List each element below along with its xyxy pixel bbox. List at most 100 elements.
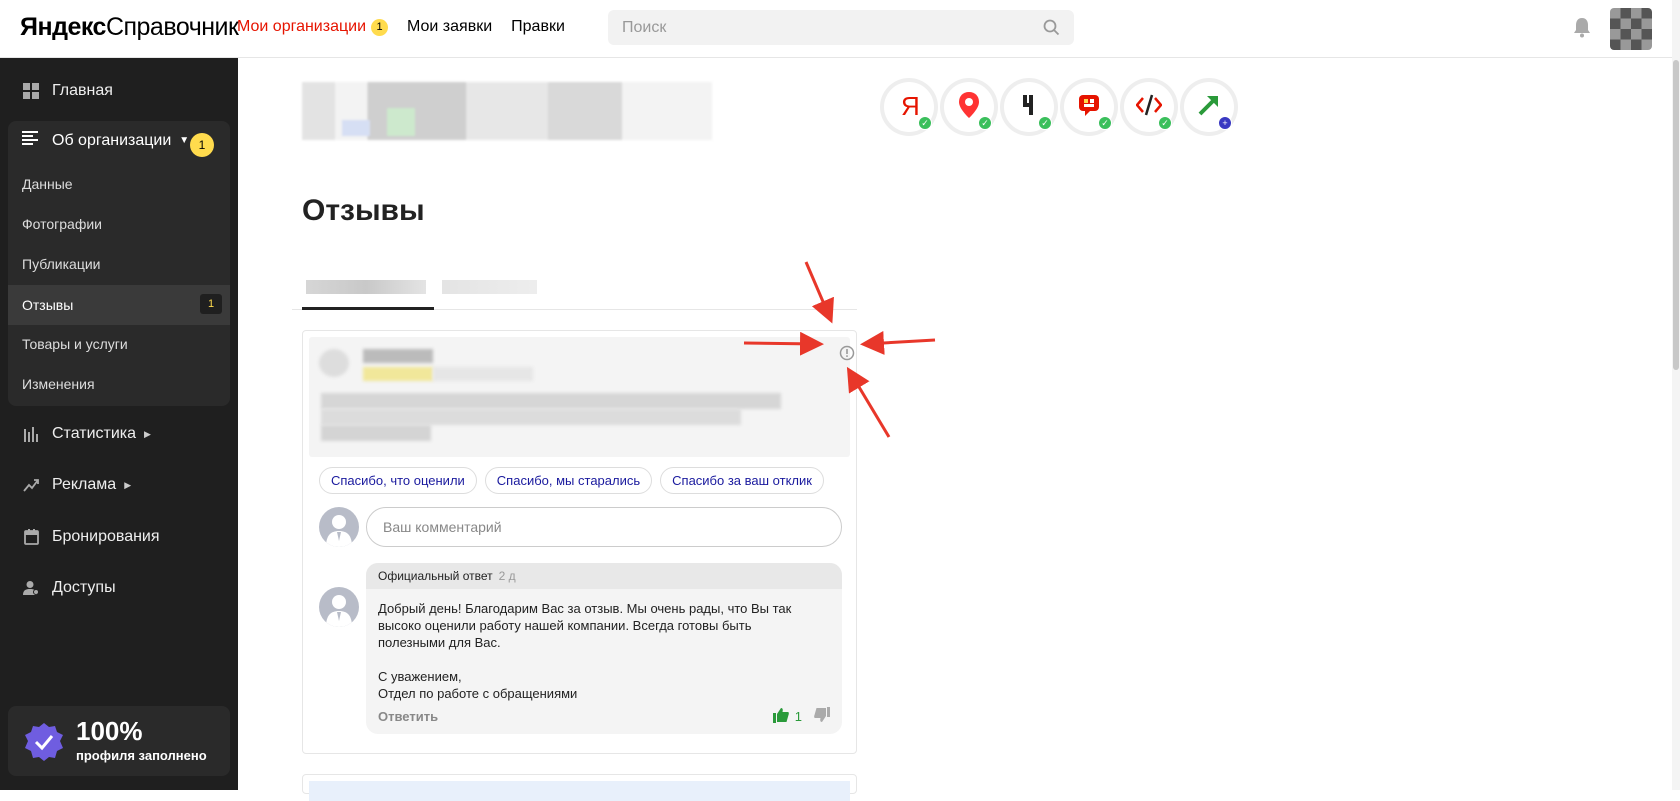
caret-right-icon: ▶ [124, 479, 132, 490]
service-ads[interactable]: + [1184, 82, 1234, 132]
nav-my-requests[interactable]: Мои заявки [407, 18, 492, 36]
sidebar-sub-data[interactable]: Данные [8, 165, 230, 203]
nav-badge: 1 [371, 18, 389, 36]
quick-reply-chip[interactable]: Спасибо, мы старались [484, 467, 653, 494]
org-name-blurred [302, 82, 712, 140]
sub-label: Фотографии [22, 216, 103, 232]
arrow-right [860, 330, 936, 355]
logo-yandex: Яндекс [20, 13, 106, 41]
sidebar-item-label: Статистика [52, 425, 137, 442]
nav-label: Правки [511, 18, 565, 35]
sidebar-item-ads[interactable]: Реклама ▶ [0, 465, 238, 505]
menu-icon [22, 131, 40, 150]
reply-line: высоко оценили работу нашей компании. Вс… [378, 618, 752, 633]
message-icon [1077, 93, 1101, 122]
user-avatar-icon [319, 507, 359, 547]
service-code[interactable]: ✓ [1124, 82, 1174, 132]
thumb-down-icon[interactable] [814, 707, 830, 726]
reply-title: Официальный ответ [378, 569, 493, 583]
caret-down-icon: ▼ [179, 135, 190, 146]
sub-label: Изменения [22, 376, 95, 392]
reply-line: С уважением, [378, 669, 462, 684]
reply-header: Официальный ответ 2 д [366, 563, 842, 589]
arrow-up-right-icon [1197, 93, 1221, 122]
bell-icon[interactable] [1573, 17, 1591, 43]
map-pin-icon [957, 91, 981, 124]
calendar-icon [22, 528, 40, 546]
sidebar-item-label: Реклама [52, 476, 117, 493]
quick-reply-chip[interactable]: Спасибо, что оценили [319, 467, 477, 494]
nav-edits[interactable]: Правки [511, 18, 565, 36]
review-card: Спасибо, что оценили Спасибо, мы старали… [302, 330, 857, 754]
sidebar-group-org: Об организации ▼ 1 Данные Фотографии Пуб… [8, 121, 230, 406]
sidebar-item-booking[interactable]: Бронирования [0, 517, 238, 557]
scrollbar-thumb[interactable] [1673, 60, 1679, 370]
tab-blurred-1[interactable] [306, 280, 426, 294]
navigator-icon [1019, 93, 1039, 122]
svg-text:Я: Я [901, 91, 920, 119]
service-navigator[interactable]: ✓ [1004, 82, 1054, 132]
service-yandex[interactable]: Я ✓ [884, 82, 934, 132]
reply-answer-button[interactable]: Ответить [378, 709, 438, 724]
sidebar-item-org[interactable]: Об организации ▼ [22, 131, 189, 150]
service-messenger[interactable]: ✓ [1064, 82, 1114, 132]
search-input[interactable] [608, 10, 1074, 45]
thumb-up-icon[interactable] [772, 707, 789, 726]
tab-blurred-2[interactable] [442, 280, 537, 294]
logo-spravochnik: Справочник [105, 13, 239, 41]
nav-label: Мои организации [237, 18, 367, 35]
check-icon: ✓ [978, 116, 992, 130]
review-content-blurred [309, 337, 855, 457]
sidebar-item-access[interactable]: Доступы [0, 568, 238, 608]
profile-percent: 100% [76, 716, 143, 746]
check-icon: ✓ [1098, 116, 1112, 130]
sidebar: Главная Об организации ▼ 1 Данные Фотогр… [0, 58, 238, 790]
reply-text: Добрый день! Благодарим Вас за отзыв. Мы… [378, 600, 808, 702]
sidebar-item-label: Об организации [52, 131, 172, 149]
nav-my-organizations[interactable]: Мои организации 1 [237, 18, 389, 36]
reply-bubble: Официальный ответ 2 д Добрый день! Благод… [366, 563, 842, 734]
code-icon [1135, 93, 1163, 122]
tab-active-underline [302, 307, 434, 310]
sidebar-item-main[interactable]: Главная [0, 71, 238, 111]
service-maps[interactable]: ✓ [944, 82, 994, 132]
sidebar-sub-reviews[interactable]: Отзывы 1 [8, 285, 230, 325]
sub-label: Данные [22, 176, 73, 192]
page-title: Отзывы [302, 194, 425, 227]
sidebar-sub-photos[interactable]: Фотографии [8, 205, 230, 243]
company-avatar-icon [319, 587, 359, 627]
shield-check-icon [24, 722, 64, 767]
comment-row: Ваш комментарий [319, 507, 842, 547]
sidebar-item-label: Доступы [52, 579, 116, 596]
like-controls: 1 [772, 707, 830, 726]
quick-replies: Спасибо, что оценили Спасибо, мы старали… [319, 467, 824, 494]
sidebar-sub-changes[interactable]: Изменения [8, 365, 230, 403]
sidebar-sub-publications[interactable]: Публикации [8, 245, 230, 283]
nav-label: Мои заявки [407, 18, 493, 35]
search-icon[interactable] [1043, 19, 1060, 41]
sidebar-item-label: Главная [52, 82, 113, 99]
service-icons: Я ✓ ✓ ✓ ✓ ✓ + [884, 82, 1235, 132]
like-count: 1 [794, 709, 802, 724]
profile-completion-card[interactable]: 100% профиля заполнено [8, 706, 230, 776]
user-avatar[interactable] [1610, 8, 1652, 50]
caret-right-icon: ▶ [144, 428, 151, 439]
org-badge: 1 [190, 133, 214, 157]
plus-icon: + [1218, 116, 1232, 130]
trend-icon [22, 476, 40, 494]
logo[interactable]: ЯндексСправочник [20, 13, 239, 42]
warning-circle-icon[interactable] [839, 345, 855, 366]
sidebar-sub-goods[interactable]: Товары и услуги [8, 325, 230, 363]
comment-input[interactable]: Ваш комментарий [366, 507, 842, 547]
sub-label: Публикации [22, 256, 101, 272]
scrollbar[interactable] [1672, 0, 1680, 790]
top-header: ЯндексСправочник Мои организации 1 Мои з… [0, 0, 1680, 58]
reply-line: Добрый день! Благодарим Вас за отзыв. Мы… [378, 601, 792, 616]
reply-line: Отдел по работе с обращениями [378, 686, 578, 701]
sidebar-item-stats[interactable]: Статистика ▶ [0, 414, 238, 454]
check-icon: ✓ [1038, 116, 1052, 130]
next-review-card [302, 774, 857, 801]
quick-reply-chip[interactable]: Спасибо за ваш отклик [660, 467, 824, 494]
sidebar-item-label: Бронирования [52, 528, 160, 545]
check-icon: ✓ [918, 116, 932, 130]
